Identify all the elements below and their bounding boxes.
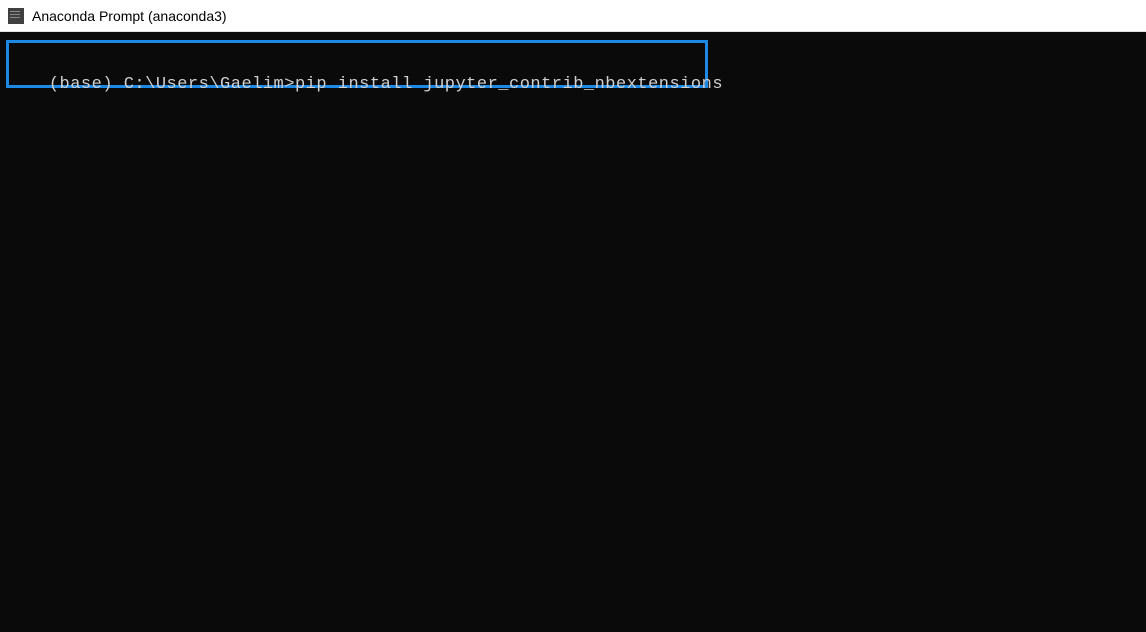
terminal-command: pip install jupyter_contrib_nbextensions xyxy=(295,75,723,94)
terminal-line: (base) C:\Users\Gaelim>pip install jupyt… xyxy=(6,56,723,113)
window-title: Anaconda Prompt (anaconda3) xyxy=(32,8,227,24)
window-titlebar: Anaconda Prompt (anaconda3) xyxy=(0,0,1146,32)
terminal-prompt: (base) C:\Users\Gaelim> xyxy=(49,75,295,94)
terminal-area[interactable]: (base) C:\Users\Gaelim>pip install jupyt… xyxy=(0,32,1146,632)
terminal-icon xyxy=(8,8,24,24)
